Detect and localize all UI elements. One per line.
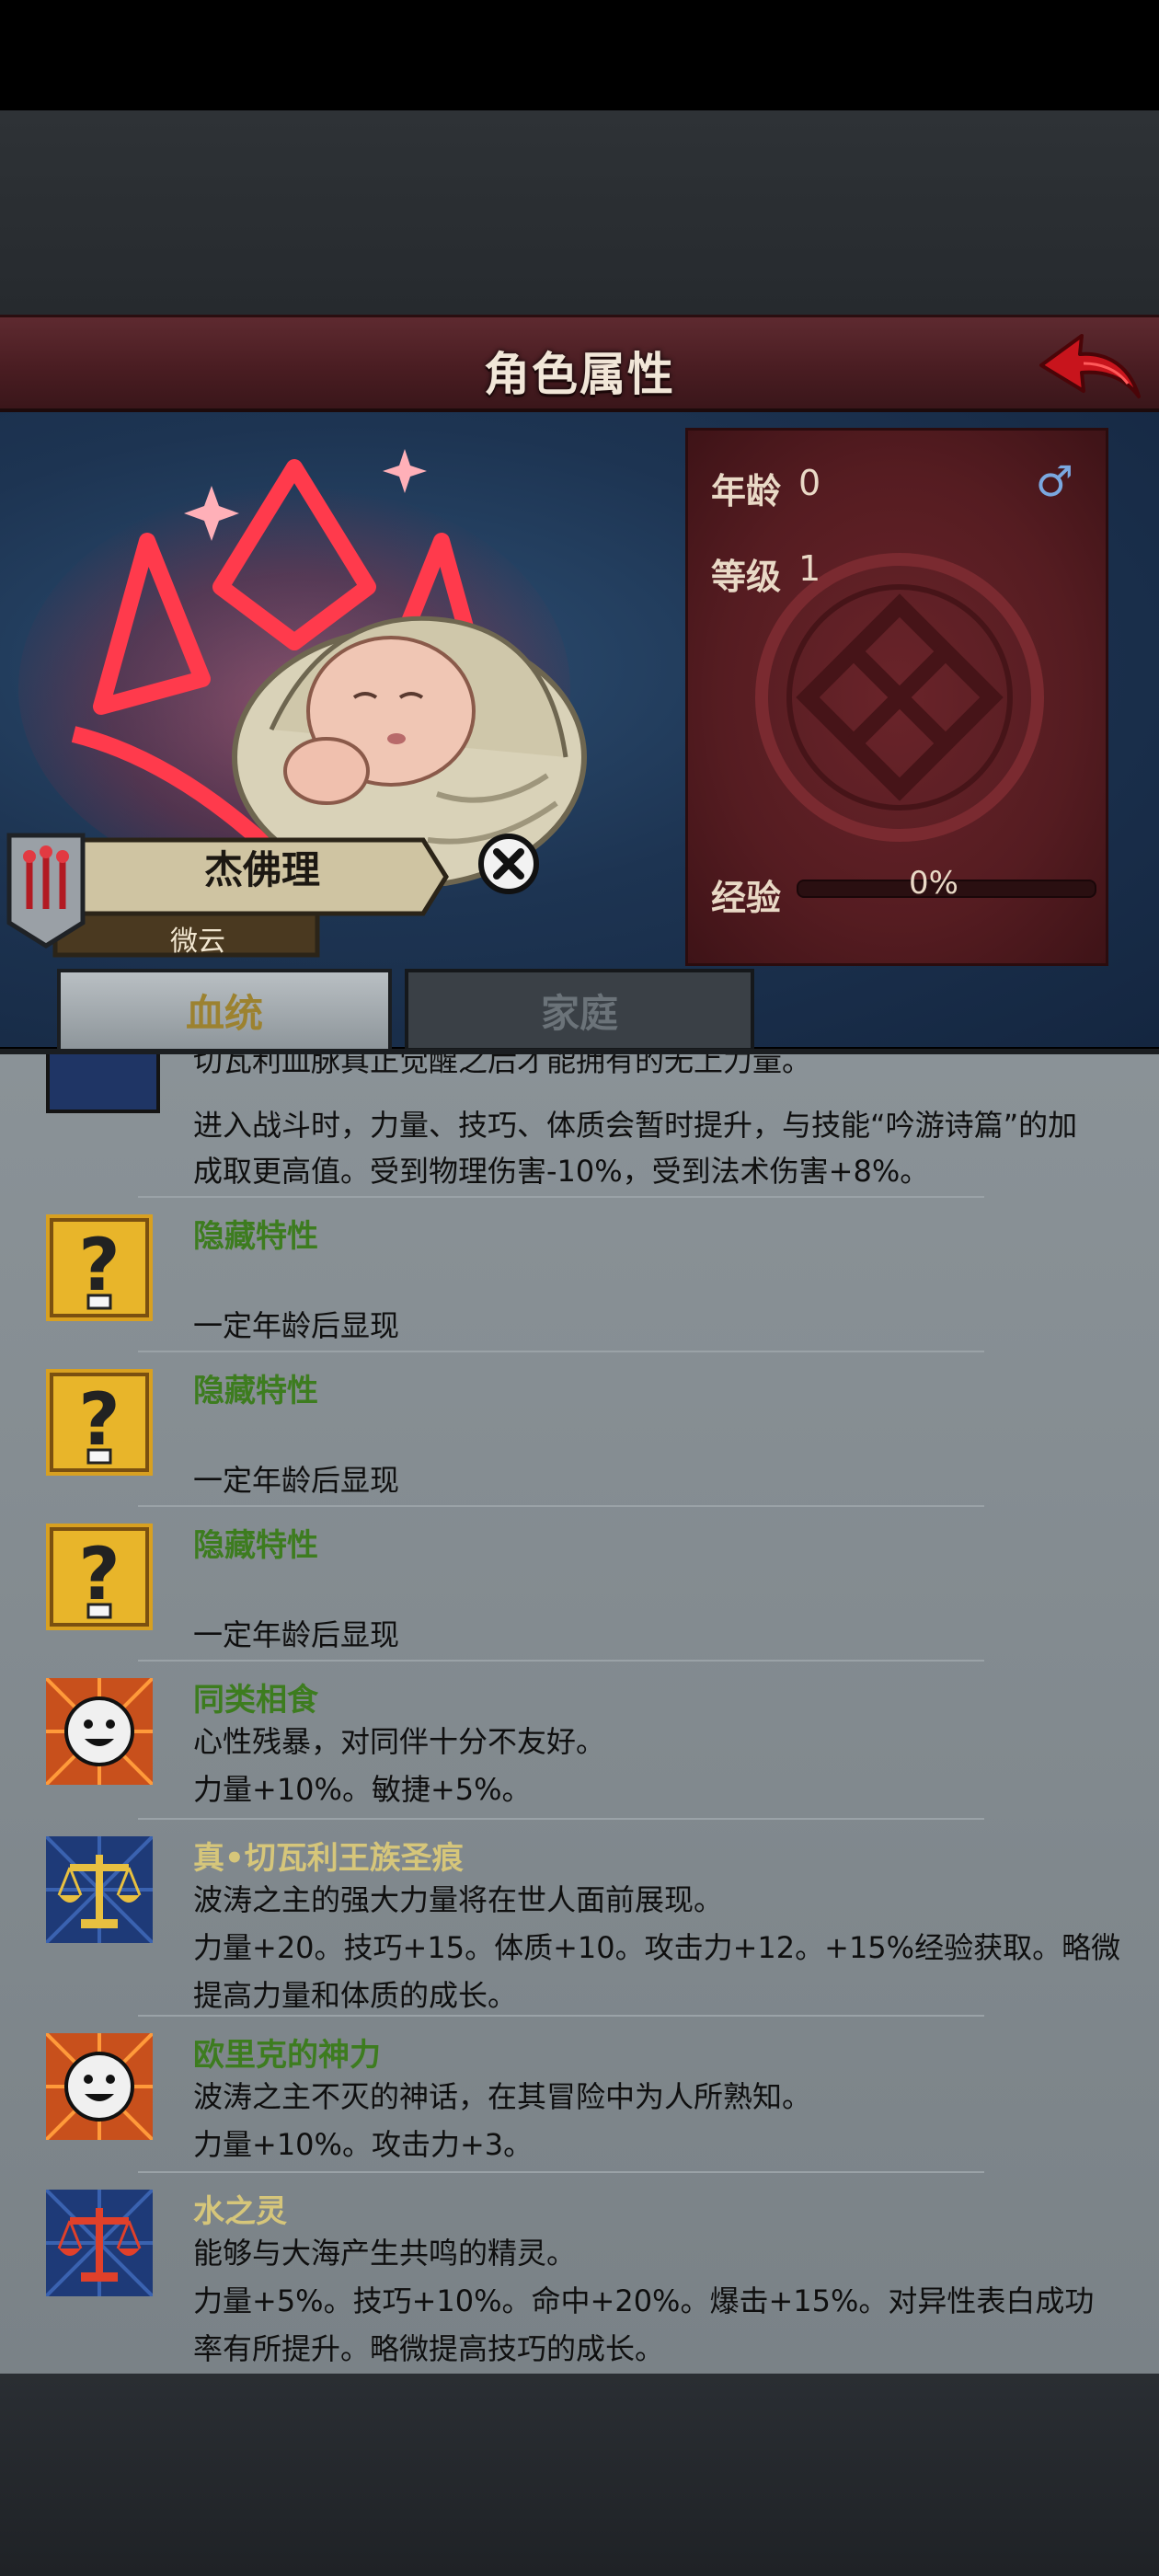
- stats-panel: 年龄 0 ♂ 等级 1 经验 0%: [685, 428, 1108, 966]
- tab-bloodline[interactable]: 血统: [57, 969, 392, 1052]
- trait-description: 波涛之主不灭的神话，在其冒险中为人所熟知。: [193, 2079, 812, 2114]
- celtic-knot-icon: [755, 553, 1044, 842]
- page-title: 角色属性: [484, 348, 675, 401]
- trait-name: 水之灵: [193, 2193, 287, 2230]
- trait-description: 一定年龄后显现: [193, 1308, 400, 1343]
- trait-description: 一定年龄后显现: [193, 1463, 400, 1498]
- age-label: 年龄: [711, 471, 782, 512]
- title-bar: 角色属性: [0, 315, 1159, 412]
- trait-name: 真•切瓦利王族圣痕: [193, 1840, 464, 1877]
- smiley-face-icon: [44, 1676, 160, 1792]
- trait-description: 率有所提升。略微提高技巧的成长。: [193, 2331, 665, 2366]
- divider: [138, 1351, 984, 1352]
- question-mark-icon: ?: [46, 1369, 160, 1483]
- trait-description: 力量+20。技巧+15。体质+10。攻击力+12。+15%经验获取。略微: [193, 1930, 1121, 1965]
- tab-family[interactable]: 家庭: [405, 969, 754, 1052]
- question-mark-icon: ?: [46, 1214, 160, 1328]
- bottom-background: [0, 2374, 1159, 2576]
- divider: [138, 1818, 984, 1820]
- character-name: 杰佛理: [203, 847, 320, 892]
- divider: [138, 1196, 984, 1198]
- scales-icon: [46, 1054, 160, 1113]
- trait-description: 力量+10%。敏捷+5%。: [193, 1772, 532, 1807]
- trait-description: 力量+5%。技巧+10%。命中+20%。爆击+15%。对异性表白成功: [193, 2283, 1095, 2318]
- top-background: [0, 110, 1159, 315]
- divider: [138, 1660, 984, 1662]
- divider: [138, 1505, 984, 1507]
- trait-name: 同类相食: [193, 1682, 318, 1719]
- trait-description: 心性残暴，对同伴十分不友好。: [193, 1724, 606, 1759]
- trait-description: 一定年龄后显现: [193, 1617, 400, 1652]
- smiley-face-icon: [44, 2031, 160, 2147]
- exp-percent: 0%: [909, 865, 958, 902]
- character-subtitle: 微云: [170, 926, 225, 958]
- gold-scales-icon: [44, 1834, 160, 1950]
- trait-description: 波涛之主的强大力量将在世人面前展现。: [193, 1882, 724, 1917]
- level-value: 1: [798, 548, 821, 589]
- trait-name: 隐藏特性: [193, 1373, 318, 1409]
- trait-list[interactable]: 切瓦利血脉真正觉醒之后才能拥有的无上力量。 进入战斗时，力量、技巧、体质会暂时提…: [0, 1049, 1159, 2374]
- male-icon: ♂: [1035, 456, 1073, 506]
- tab-bar: 血统 家庭: [0, 961, 1159, 1053]
- back-arrow-icon[interactable]: [1036, 323, 1146, 408]
- dismiss-close-icon[interactable]: [476, 832, 541, 896]
- trait-description: 提高力量和体质的成长。: [193, 1978, 518, 2013]
- divider: [138, 2171, 984, 2173]
- trait-description: 力量+10%。攻击力+3。: [193, 2127, 534, 2162]
- trait-name: 隐藏特性: [193, 1527, 318, 1564]
- trait-name: 欧里克的神力: [193, 2037, 381, 2074]
- red-scales-icon: [44, 2188, 160, 2304]
- trait-description: 能够与大海产生共鸣的精灵。: [193, 2236, 577, 2271]
- trait-name: 隐藏特性: [193, 1218, 318, 1255]
- divider: [138, 2015, 984, 2017]
- question-mark-icon: ?: [46, 1524, 160, 1638]
- exp-label: 经验: [711, 878, 782, 918]
- level-label: 等级: [711, 557, 782, 597]
- age-value: 0: [798, 463, 821, 503]
